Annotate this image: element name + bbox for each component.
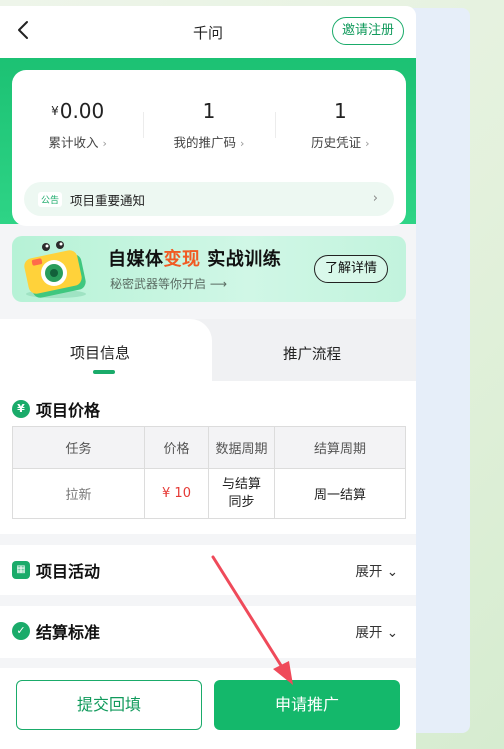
stat-value: 0.00 xyxy=(59,99,105,123)
chevron-right-icon: › xyxy=(240,137,245,150)
table-row: 拉新 ¥ 10 与结算 同步 周一结算 xyxy=(12,468,406,519)
activity-icon: ▦ xyxy=(12,561,30,579)
notice-bar[interactable]: 公告 项目重要通知 › xyxy=(24,182,394,216)
stat-my-promo-code[interactable]: 1 我的推广码 › xyxy=(143,98,274,158)
tab-promotion-flow[interactable]: 推广流程 xyxy=(283,343,341,364)
stat-label: 累计收入 xyxy=(48,135,99,150)
section-title: 结算标准 xyxy=(36,623,101,642)
tab-label: 项目信息 xyxy=(70,344,131,362)
chevron-down-icon: ⌄ xyxy=(386,564,398,580)
notice-badge: 公告 xyxy=(38,191,63,207)
yuan-icon: ¥ xyxy=(12,400,30,418)
cell-task: 拉新 xyxy=(12,468,145,519)
stat-value: 1 xyxy=(333,99,347,123)
cell-settle-cycle: 周一结算 xyxy=(274,468,406,519)
stat-total-income[interactable]: ¥0.00 累计收入 › xyxy=(12,98,143,158)
cell-data-cycle: 与结算 同步 xyxy=(208,468,275,519)
expand-toggle[interactable]: 展开 ⌄ xyxy=(355,621,398,641)
page-title: 千问 xyxy=(192,23,223,42)
nav-header: 千问 邀请注册 xyxy=(0,6,416,58)
activity-section[interactable]: ▦ 项目活动 展开 ⌄ xyxy=(0,545,416,595)
stats-card: ¥0.00 累计收入 › 1 我的推广码 › 1 历史凭证 › 公告 项目重要通知 › xyxy=(12,70,406,226)
cell-price: ¥ 10 xyxy=(144,468,209,519)
expand-toggle[interactable]: 展开 ⌄ xyxy=(355,560,398,580)
tab-active-indicator xyxy=(93,370,115,374)
tab-bar: 项目信息 推广流程 xyxy=(0,319,416,381)
app-screen: 千问 邀请注册 ¥0.00 累计收入 › 1 我的推广码 › 1 历史凭证 › 公告 … xyxy=(0,6,416,749)
stat-label: 历史凭证 xyxy=(311,135,362,150)
table-header-row: 任务 价格 数据周期 结算周期 xyxy=(12,426,406,469)
column-header: 数据周期 xyxy=(208,426,275,469)
banner-subtitle: 秘密武器等你开启 ⟶ xyxy=(110,277,228,291)
section-title: 项目活动 xyxy=(36,562,101,581)
apply-promotion-button[interactable]: 申请推广 xyxy=(214,680,400,730)
camera-mascot-icon xyxy=(24,241,86,298)
column-header: 价格 xyxy=(144,426,209,469)
learn-more-button[interactable]: 了解详情 xyxy=(313,255,388,283)
tab-project-info[interactable]: 项目信息 xyxy=(0,319,212,381)
bottom-action-bar: 提交回填 申请推广 xyxy=(0,668,416,749)
section-title: 项目价格 xyxy=(36,401,101,420)
submit-backfill-button[interactable]: 提交回填 xyxy=(16,680,202,730)
stat-label: 我的推广码 xyxy=(173,135,237,150)
banner-title: 自媒体变现 实战训练 xyxy=(108,249,282,270)
check-circle-icon: ✓ xyxy=(12,622,30,640)
stat-value: 1 xyxy=(202,99,216,123)
banner-title-highlight: 变现 xyxy=(163,249,201,270)
notice-text: 项目重要通知 xyxy=(70,192,146,208)
back-arrow-icon[interactable] xyxy=(12,18,36,42)
training-banner[interactable]: 自媒体变现 实战训练 秘密武器等你开启 ⟶ 了解详情 xyxy=(12,236,406,302)
chevron-down-icon: ⌄ xyxy=(386,625,398,641)
chevron-right-icon: › xyxy=(102,137,107,150)
column-header: 任务 xyxy=(12,426,145,469)
stats-row: ¥0.00 累计收入 › 1 我的推广码 › 1 历史凭证 › xyxy=(12,98,406,158)
chevron-right-icon: › xyxy=(365,137,370,150)
column-header: 结算周期 xyxy=(274,426,406,469)
chevron-right-icon: › xyxy=(372,191,378,206)
stat-history-voucher[interactable]: 1 历史凭证 › xyxy=(274,98,406,158)
price-table: 任务 价格 数据周期 结算周期 拉新 ¥ 10 与结算 同步 周一结算 xyxy=(12,426,406,519)
currency-symbol: ¥ xyxy=(51,104,59,118)
settlement-section[interactable]: ✓ 结算标准 展开 ⌄ xyxy=(0,606,416,658)
invite-register-button[interactable]: 邀请注册 xyxy=(331,17,404,45)
